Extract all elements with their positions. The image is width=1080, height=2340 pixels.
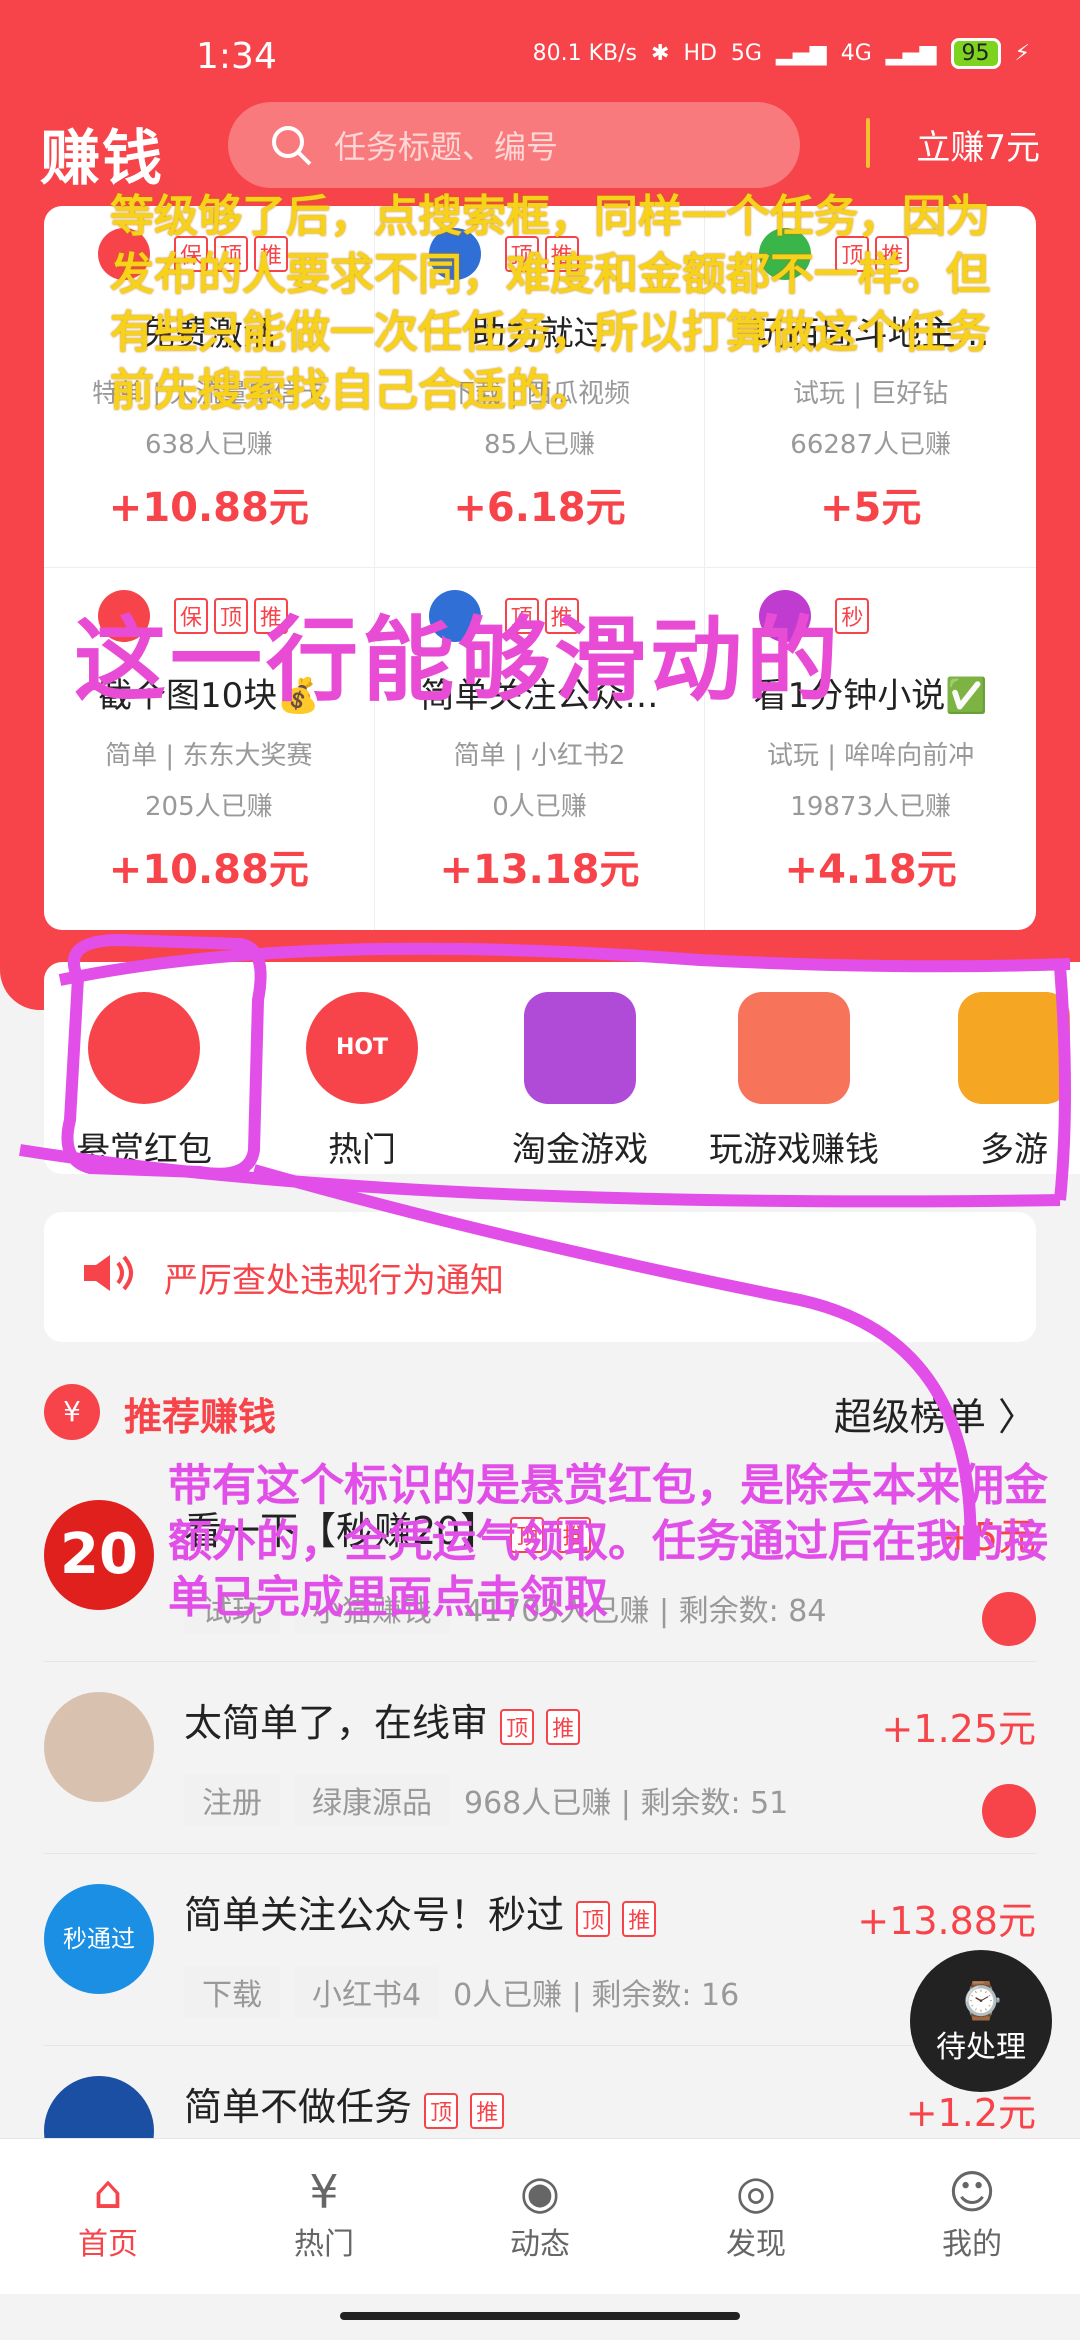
task-count: 19873人已赚 [790,792,952,822]
pending-label: 待处理 [936,2030,1026,2065]
magenta-annotation-small: 带有这个标识的是悬赏红包，是除去本来佣金额外的，全凭运气领取。任务通过后在我的接… [168,1460,1048,1623]
status-bar: 1:34 80.1 KB/s ✱ HD 5G ▂▄▆ 4G ▂▄▆ 95 ⚡ [0,30,1080,90]
task-price: +13.88元 [857,1899,1036,1943]
home-indicator [340,2312,740,2320]
divider [866,118,870,168]
recommend-header: ¥ 推荐赚钱 超级榜单 〉 [44,1380,1036,1440]
app-root: 1:34 80.1 KB/s ✱ HD 5G ▂▄▆ 4G ▂▄▆ 95 ⚡ 赚… [0,0,1080,2340]
task-title: 太简单了，在线审 顶 推 [184,1692,581,1747]
category-item[interactable]: 悬赏红包 [44,992,244,1171]
list-item[interactable]: 秒通过 简单关注公众号！秒过 顶 推 +13.88元 下载 小红书4 0人已赚 | … [44,1854,1036,2046]
bluetooth-icon: ✱ [651,41,670,66]
bottom-tab-bar: ⌂ 首页 ¥ 热门 ◉ 动态 ◎ 发现 ☺ 我的 [0,2138,1080,2294]
home-icon: ⌂ [93,2165,123,2219]
tab-hot[interactable]: ¥ 热门 [216,2139,432,2294]
task-price: +4.18元 [784,847,957,893]
money-bag-icon: ¥ [44,1384,100,1440]
category-item[interactable]: HOT 热门 [262,992,462,1171]
task-price: +10.88元 [108,485,309,531]
task-count: 85人已赚 [483,430,596,460]
notice-bar[interactable]: 严厉查处违规行为通知 [44,1212,1036,1342]
charging-icon: ⚡ [1014,41,1030,66]
tab-label: 发现 [726,2227,786,2262]
task-meta: 简单 | 东东大奖赛 [105,741,313,771]
multi-game-icon [958,992,1070,1104]
search-box[interactable]: 任务标题、编号 [228,102,800,188]
compass-icon: ◎ [735,2165,777,2219]
task-count: 205人已赚 [145,792,273,822]
red-packet-icon [88,992,200,1104]
task-count: 0人已赚 [492,792,587,822]
tab-label: 首页 [78,2227,138,2262]
task-avatar: 20 [44,1500,154,1610]
top-header: 赚钱 任务标题、编号 立赚7元 [0,100,1080,194]
profile-icon: ☺ [948,2165,996,2219]
signal-4g: 4G [840,41,872,66]
category-label: 多游 [980,1130,1048,1170]
task-count: 638人已赚 [145,430,273,460]
tab-home[interactable]: ⌂ 首页 [0,2139,216,2294]
category-label: 玩游戏赚钱 [709,1130,879,1170]
search-icon [272,126,312,166]
task-price: +1.25元 [881,1707,1036,1751]
network-speed: 80.1 KB/s [532,41,637,66]
category-label: 淘金游戏 [512,1130,648,1170]
tab-feed[interactable]: ◉ 动态 [432,2139,648,2294]
gold-game-icon [524,992,636,1104]
app-logo: 赚钱 [40,124,164,194]
task-chips: 注册 绿康源品 968人已赚 | 剩余数: 51 [184,1774,788,1826]
tab-label: 热门 [294,2227,354,2262]
task-title: 简单关注公众号！秒过 顶 推 [184,1884,657,1939]
signal-icon: ▂▄▆ [775,41,827,66]
task-avatar [44,1692,154,1802]
status-time: 1:34 [196,36,277,77]
tab-discover[interactable]: ◎ 发现 [648,2139,864,2294]
pending-button[interactable]: ⌚ 待处理 [910,1950,1052,2092]
earn-now-button[interactable]: 立赚7元 [916,120,1040,169]
leaderboard-link[interactable]: 超级榜单 〉 [834,1386,1036,1441]
task-price: +10.88元 [108,847,309,893]
task-chips: 下载 小红书4 0人已赚 | 剩余数: 16 [184,1966,739,2018]
battery: 95 [950,38,1001,69]
search-placeholder: 任务标题、编号 [334,128,559,166]
task-price: +13.18元 [439,847,640,893]
notice-text: 严厉查处违规行为通知 [164,1260,504,1301]
signal-icon: ▂▄▆ [885,41,937,66]
magenta-annotation-big: 这一行能够滑动的 [74,607,843,714]
hd-badge: HD [683,41,717,66]
speaker-icon [80,1251,134,1304]
tab-label: 我的 [942,2227,1002,2262]
list-item[interactable]: 太简单了，在线审 顶 推 +1.25元 注册 绿康源品 968人已赚 | 剩余数: … [44,1662,1036,1854]
task-avatar: 秒通过 [44,1884,154,1994]
yellow-annotation: 等级够了后，点搜索框，同样一个任务，因为发布的人要求不同，难度和金额都不一样。但… [110,191,990,416]
task-title: 简单不做任务 顶 推 [184,2076,505,2131]
tab-me[interactable]: ☺ 我的 [864,2139,1080,2294]
recommend-title: 推荐赚钱 [124,1395,277,1439]
task-meta: 试玩 | 哞哞向前冲 [767,741,975,771]
category-label: 悬赏红包 [76,1130,212,1170]
task-price: +5元 [819,485,922,531]
clipboard-icon: ⌚ [958,1981,1004,2022]
category-label: 热门 [328,1130,396,1170]
tab-label: 动态 [510,2227,570,2262]
task-count: 66287人已赚 [790,430,952,460]
red-packet-icon [982,1784,1036,1838]
status-icons: 80.1 KB/s ✱ HD 5G ▂▄▆ 4G ▂▄▆ 95 ⚡ [533,38,1030,69]
category-item[interactable]: 玩游戏赚钱 [694,992,894,1171]
hot-icon: HOT [306,992,418,1104]
category-item[interactable]: 多游 [914,992,1080,1171]
task-meta: 简单 | 小红书2 [453,741,626,771]
game-icon [738,992,850,1104]
broadcast-icon: ◉ [519,2165,561,2219]
category-item[interactable]: 淘金游戏 [480,992,680,1171]
ticket-icon: ¥ [309,2165,339,2219]
signal-5g: 5G [730,41,762,66]
category-scroll-row[interactable]: 悬赏红包 HOT 热门 淘金游戏 玩游戏赚钱 多游 [44,962,1080,1174]
task-price: +6.18元 [453,485,626,531]
